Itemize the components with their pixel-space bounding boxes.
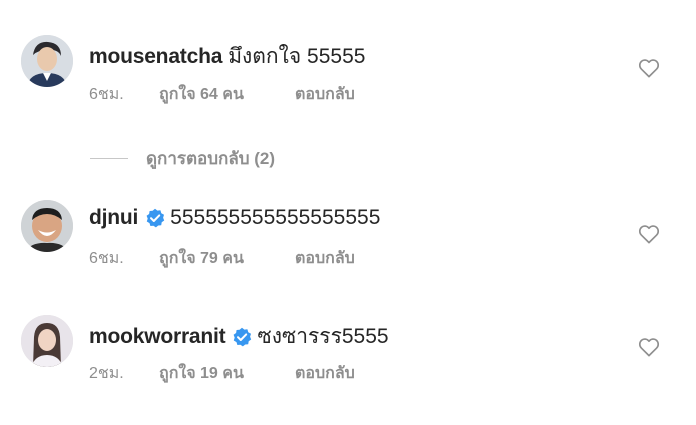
like-count[interactable]: ถูกใจ 19 คน: [159, 361, 295, 386]
like-count[interactable]: ถูกใจ 79 คน: [159, 246, 295, 271]
comment-item: mookworranit ซงซารรร5555 2ชม. ถูกใจ 19 ค…: [0, 310, 696, 390]
heart-outline-icon[interactable]: [638, 337, 660, 357]
like-count[interactable]: ถูกใจ 64 คน: [159, 82, 295, 107]
username[interactable]: mousenatcha: [89, 45, 222, 69]
comment-text: 555555555555555555: [170, 206, 381, 229]
verified-badge-icon: [145, 208, 165, 228]
username[interactable]: djnui: [89, 206, 138, 230]
comment-text: มึงตกใจ 55555: [228, 45, 366, 68]
view-replies-button[interactable]: ดูการตอบกลับ (2): [90, 145, 275, 172]
reply-button[interactable]: ตอบกลับ: [295, 246, 355, 271]
timestamp[interactable]: 2ชม.: [89, 361, 159, 386]
comment-item: mousenatcha มึงตกใจ 55555 6ชม. ถูกใจ 64 …: [0, 30, 696, 110]
avatar[interactable]: [21, 35, 73, 87]
divider: [90, 158, 128, 159]
avatar[interactable]: [21, 200, 73, 252]
timestamp[interactable]: 6ชม.: [89, 82, 159, 107]
timestamp[interactable]: 6ชม.: [89, 246, 159, 271]
avatar[interactable]: [21, 315, 73, 367]
reply-button[interactable]: ตอบกลับ: [295, 82, 355, 107]
comment-text: ซงซารรร5555: [257, 325, 389, 348]
view-replies-label: ดูการตอบกลับ (2): [146, 149, 276, 168]
comment-item: djnui 555555555555555555 6ชม. ถูกใจ 79 ค…: [0, 196, 696, 276]
heart-outline-icon[interactable]: [638, 224, 660, 244]
verified-badge-icon: [232, 327, 252, 347]
heart-outline-icon[interactable]: [638, 58, 660, 78]
reply-button[interactable]: ตอบกลับ: [295, 361, 355, 386]
username[interactable]: mookworranit: [89, 325, 226, 349]
